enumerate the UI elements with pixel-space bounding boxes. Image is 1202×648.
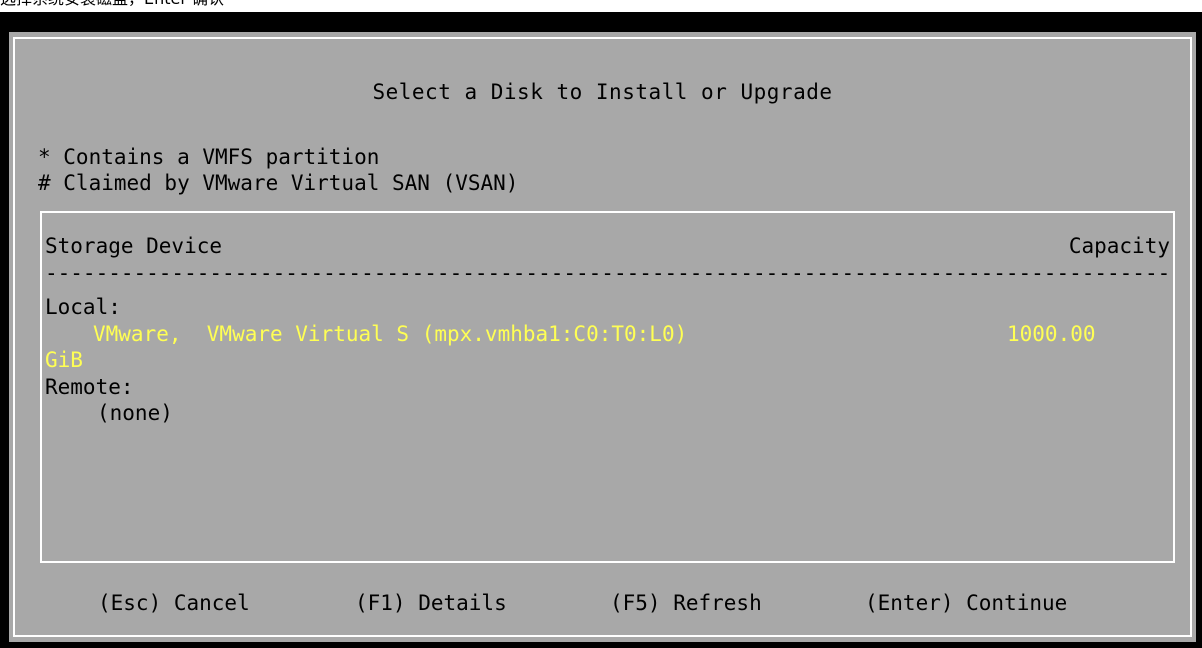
- column-header-storage-device: Storage Device: [45, 234, 223, 258]
- cancel-key[interactable]: (Esc) Cancel: [98, 590, 250, 616]
- legend-vmfs: * Contains a VMFS partition: [38, 145, 380, 169]
- details-key[interactable]: (F1) Details: [355, 590, 507, 616]
- header-separator: ----------------------------------------…: [45, 261, 1170, 285]
- screenshot-caption: 选择系统安装磁盘，Enter 确认: [0, 0, 224, 9]
- disk-row-selected[interactable]: VMware, VMware Virtual S (mpx.vmhba1:C0:…: [42, 321, 1173, 373]
- dialog-title: Select a Disk to Install or Upgrade: [372, 80, 833, 104]
- refresh-key[interactable]: (F5) Refresh: [610, 590, 762, 616]
- page: 选择系统安装磁盘，Enter 确认 Select a Disk to Insta…: [0, 0, 1202, 648]
- remote-none: (none): [97, 401, 173, 425]
- group-label-local: Local:: [45, 295, 121, 319]
- legend-vsan: # Claimed by VMware Virtual SAN (VSAN): [38, 171, 519, 195]
- disk-capacity: 1000.00: [1007, 322, 1096, 346]
- column-header-capacity: Capacity: [1068, 234, 1170, 258]
- disk-list: Storage Device Capacity ----------------…: [40, 211, 1175, 563]
- console-screen: Select a Disk to Install or Upgrade * Co…: [0, 12, 1202, 648]
- disk-name: VMware, VMware Virtual S (mpx.vmhba1:C0:…: [93, 322, 688, 346]
- disk-select-dialog: Select a Disk to Install or Upgrade * Co…: [9, 32, 1196, 642]
- disk-capacity-unit: GiB: [45, 348, 83, 372]
- continue-key[interactable]: (Enter) Continue: [865, 590, 1067, 616]
- group-label-remote: Remote:: [45, 375, 134, 399]
